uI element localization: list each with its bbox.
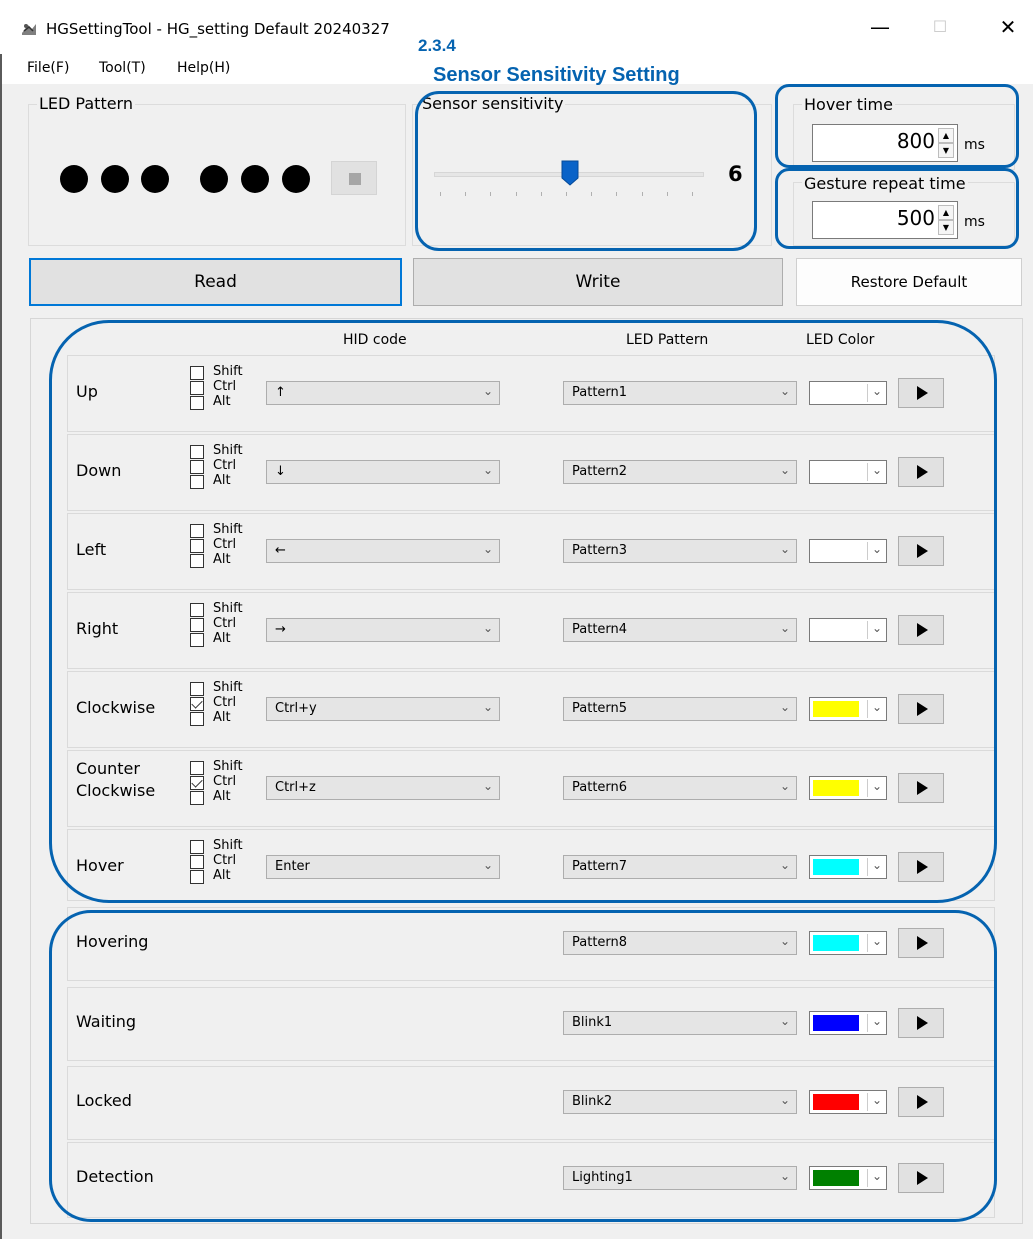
menu-help[interactable]: Help(H): [177, 60, 230, 76]
title-bar: HGSettingTool - HG_setting Default 20240…: [0, 0, 1033, 54]
stop-icon: [349, 173, 361, 185]
annotation-gesture-outline: [49, 320, 997, 903]
close-button[interactable]: ✕: [993, 12, 1023, 42]
write-button[interactable]: Write: [413, 258, 783, 306]
led-dot-2: [101, 165, 129, 193]
minimize-button[interactable]: —: [865, 12, 895, 42]
app-icon: [22, 24, 36, 35]
led-dot-6: [282, 165, 310, 193]
annotation-number: 2.3.4: [418, 36, 456, 55]
app-window: HGSettingTool - HG_setting Default 20240…: [0, 0, 1033, 1239]
window-title: HGSettingTool - HG_setting Default 20240…: [46, 20, 390, 38]
led-dot-4: [200, 165, 228, 193]
annotation-title: Sensor Sensitivity Setting: [433, 64, 680, 86]
annotation-repeat-outline: [775, 168, 1019, 249]
window-left-edge: [0, 54, 2, 1239]
led-stop-button[interactable]: [331, 161, 377, 195]
menu-file[interactable]: File(F): [27, 60, 69, 76]
restore-default-button[interactable]: Restore Default: [796, 258, 1022, 306]
led-dot-5: [241, 165, 269, 193]
led-pattern-title: LED Pattern: [37, 94, 135, 113]
annotation-sensitivity-outline: [415, 91, 757, 251]
read-button[interactable]: Read: [29, 258, 402, 306]
led-dot-1: [60, 165, 88, 193]
annotation-hover-outline: [775, 84, 1019, 168]
annotation-state-outline: [49, 910, 997, 1222]
maximize-button[interactable]: ☐: [925, 12, 955, 42]
led-dot-3: [141, 165, 169, 193]
menu-tool[interactable]: Tool(T): [99, 60, 146, 76]
